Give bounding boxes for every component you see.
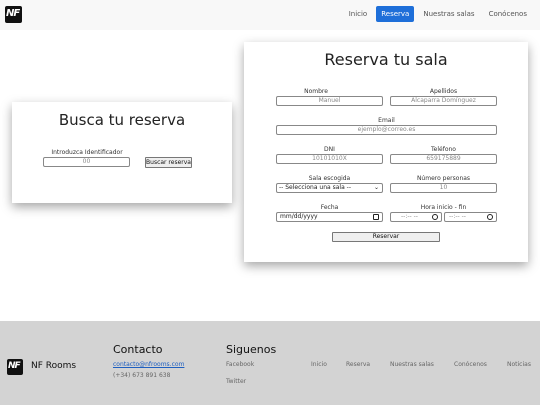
fecha-label: Fecha — [320, 204, 339, 211]
sala-select[interactable]: -- Selecciona una sala -- ⌄ — [276, 183, 383, 193]
search-reservation-button[interactable]: Buscar reserva — [145, 157, 192, 168]
nombre-input[interactable]: Manuel — [276, 96, 383, 106]
email-input[interactable]: ejemplo@correo.es — [276, 125, 497, 135]
id-input[interactable]: 00 — [43, 157, 130, 167]
id-label: Introduzca Identificador — [51, 149, 123, 156]
hora-inicio-input[interactable]: --:-- -- — [390, 212, 442, 222]
nav-link-nuestras-salas[interactable]: Nuestras salas — [418, 6, 479, 22]
nav-links: Inicio Reserva Nuestras salas Conócenos — [344, 6, 532, 22]
personas-input[interactable]: 10 — [390, 183, 497, 193]
clock-icon[interactable] — [432, 214, 438, 220]
clock-icon[interactable] — [487, 214, 493, 220]
contact-heading: Contacto — [113, 343, 163, 356]
hora-label: Hora inicio - fin — [420, 204, 467, 211]
search-card-title: Busca tu reserva — [58, 111, 186, 129]
reserve-card-title: Reserva tu sala — [324, 50, 448, 69]
apellidos-input[interactable]: Alcaparra Domínguez — [390, 96, 497, 106]
nav-link-reserva[interactable]: Reserva — [376, 6, 415, 22]
apellidos-label: Apellidos — [429, 88, 458, 95]
hora-fin-value: --:-- -- — [449, 213, 466, 220]
nf-logo[interactable]: NF — [5, 6, 22, 23]
footer-nf-logo[interactable]: NF — [7, 359, 23, 375]
contact-phone: (+34) 673 891 638 — [113, 372, 171, 379]
fecha-input[interactable]: mm/dd/yyyy — [276, 212, 383, 222]
main-content: Busca tu reserva Introduzca Identificado… — [0, 30, 540, 321]
personas-label: Número personas — [416, 175, 471, 182]
nombre-label: Nombre — [304, 88, 328, 95]
email-label: Email — [378, 117, 395, 124]
navbar: NF Inicio Reserva Nuestras salas Conócen… — [0, 0, 540, 30]
telefono-label: Teléfono — [431, 146, 456, 153]
footer: NF NF Rooms Contacto contacto@nfrooms.co… — [0, 321, 540, 405]
hora-fin-input[interactable]: --:-- -- — [444, 212, 497, 222]
footer-link-noticias[interactable]: Noticias — [507, 361, 531, 368]
sala-label: Sala escogida — [308, 175, 351, 182]
nav-link-inicio[interactable]: Inicio — [344, 6, 373, 22]
chevron-down-icon: ⌄ — [373, 184, 379, 191]
follow-heading: Siguenos — [226, 343, 277, 356]
dni-label: DNI — [324, 146, 335, 153]
contact-email-link[interactable]: contacto@nfrooms.com — [113, 361, 184, 368]
hora-inicio-value: --:-- -- — [401, 213, 418, 220]
nav-link-conocenos[interactable]: Conócenos — [484, 6, 532, 22]
footer-brand-name: NF Rooms — [31, 361, 77, 371]
calendar-icon[interactable] — [373, 214, 379, 220]
telefono-input[interactable]: 659175889 — [390, 154, 497, 164]
search-reservation-card: Busca tu reserva Introduzca Identificado… — [12, 102, 232, 203]
twitter-link[interactable]: Twitter — [226, 378, 246, 385]
footer-link-reserva[interactable]: Reserva — [346, 361, 370, 368]
reservar-button[interactable]: Reservar — [332, 232, 440, 242]
footer-link-conocenos[interactable]: Conócenos — [454, 361, 487, 368]
dni-input[interactable]: 10101010X — [276, 154, 383, 164]
reserve-room-card: Reserva tu sala Nombre Manuel Apellidos … — [244, 42, 528, 262]
facebook-link[interactable]: Facebook — [226, 361, 254, 368]
sala-selected-value: -- Selecciona una sala -- — [279, 184, 351, 191]
footer-link-nuestras-salas[interactable]: Nuestras salas — [390, 361, 434, 368]
footer-link-inicio[interactable]: Inicio — [311, 361, 327, 368]
fecha-value: mm/dd/yyyy — [280, 213, 318, 220]
